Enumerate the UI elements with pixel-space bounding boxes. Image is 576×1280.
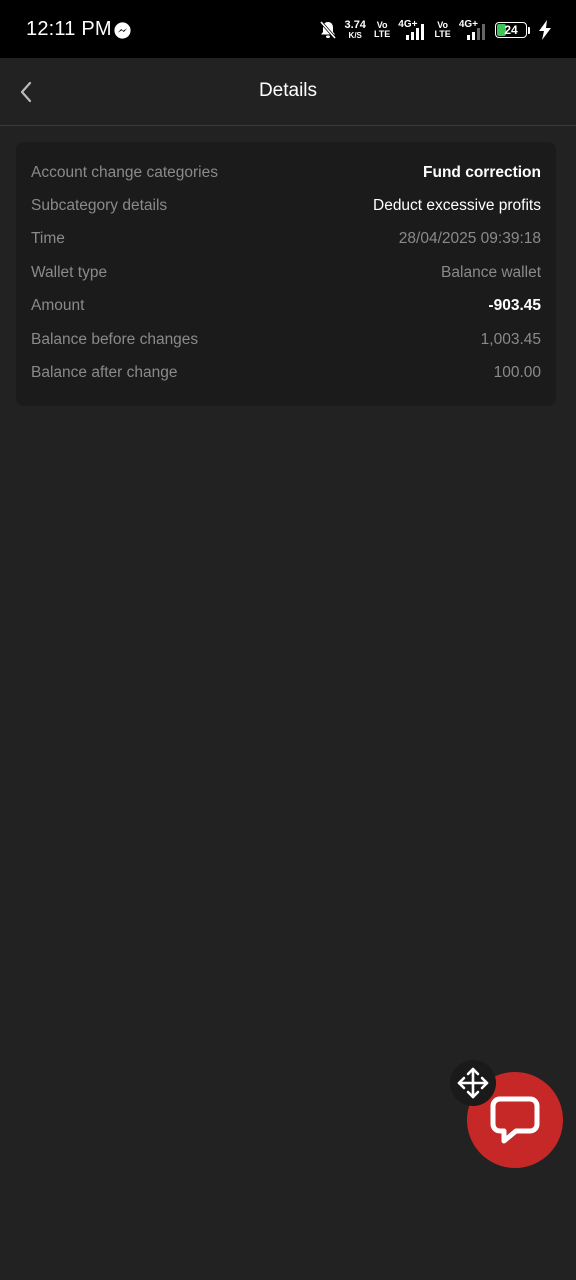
detail-label: Amount bbox=[31, 297, 85, 315]
detail-label: Balance before changes bbox=[31, 330, 199, 348]
volte-2-bottom: LTE bbox=[434, 29, 451, 39]
page-title: Details bbox=[258, 80, 318, 101]
move-arrows-icon bbox=[457, 1067, 489, 1099]
detail-label: Time bbox=[31, 230, 65, 248]
status-bar: 12:11 PM 3.74 K/S Vo LTE 4G+ Vo LTE 4G+ … bbox=[0, 0, 576, 58]
volte-1-bottom: LTE bbox=[373, 29, 391, 39]
network-speed: 3.74 K/S bbox=[345, 20, 366, 40]
detail-row-subcategory: Subcategory details Deduct excessive pro… bbox=[31, 189, 541, 222]
status-icons: 3.74 K/S Vo LTE 4G+ Vo LTE 4G+ 24 bbox=[319, 16, 552, 44]
detail-value: 1,003.45 bbox=[480, 330, 541, 348]
volte-indicator-1: Vo LTE bbox=[374, 21, 390, 39]
move-handle[interactable] bbox=[450, 1060, 496, 1106]
messenger-icon bbox=[114, 22, 131, 39]
net-speed-value: 3.74 bbox=[344, 19, 366, 31]
detail-row-amount: Amount -903.45 bbox=[31, 290, 541, 323]
detail-value: 100.00 bbox=[493, 364, 541, 382]
chat-bubble-icon bbox=[490, 1096, 540, 1144]
detail-label: Subcategory details bbox=[31, 197, 168, 215]
detail-value: Fund correction bbox=[423, 163, 541, 181]
bell-off-icon bbox=[319, 21, 336, 39]
signal-strength-icon bbox=[467, 24, 485, 40]
detail-label: Balance after change bbox=[31, 364, 178, 382]
signal-group-2: 4G+ bbox=[459, 20, 487, 40]
header: Details bbox=[0, 58, 576, 126]
battery-icon: 24 bbox=[495, 22, 527, 38]
net-speed-unit: K/S bbox=[348, 31, 362, 40]
detail-row-time: Time 28/04/2025 09:39:18 bbox=[31, 223, 541, 256]
volte-indicator-2: Vo LTE bbox=[434, 21, 450, 39]
detail-value: -903.45 bbox=[488, 297, 541, 315]
charging-bolt-icon bbox=[539, 20, 551, 40]
detail-row-balance-before: Balance before changes 1,003.45 bbox=[31, 323, 541, 356]
detail-label: Account change categories bbox=[31, 163, 218, 181]
detail-row-wallet-type: Wallet type Balance wallet bbox=[31, 256, 541, 289]
battery-cap bbox=[528, 26, 530, 34]
battery-level: 24 bbox=[504, 23, 518, 37]
details-card: Account change categories Fund correctio… bbox=[16, 142, 556, 406]
detail-value: Balance wallet bbox=[441, 263, 541, 281]
detail-row-category: Account change categories Fund correctio… bbox=[31, 156, 541, 189]
detail-row-balance-after: Balance after change 100.00 bbox=[31, 356, 541, 389]
signal-strength-icon bbox=[406, 24, 425, 40]
signal-group-1: 4G+ bbox=[398, 20, 426, 40]
detail-value: Deduct excessive profits bbox=[373, 197, 541, 215]
detail-value: 28/04/2025 09:39:18 bbox=[398, 230, 541, 248]
status-time: 12:11 PM bbox=[26, 18, 112, 40]
detail-label: Wallet type bbox=[31, 263, 108, 281]
